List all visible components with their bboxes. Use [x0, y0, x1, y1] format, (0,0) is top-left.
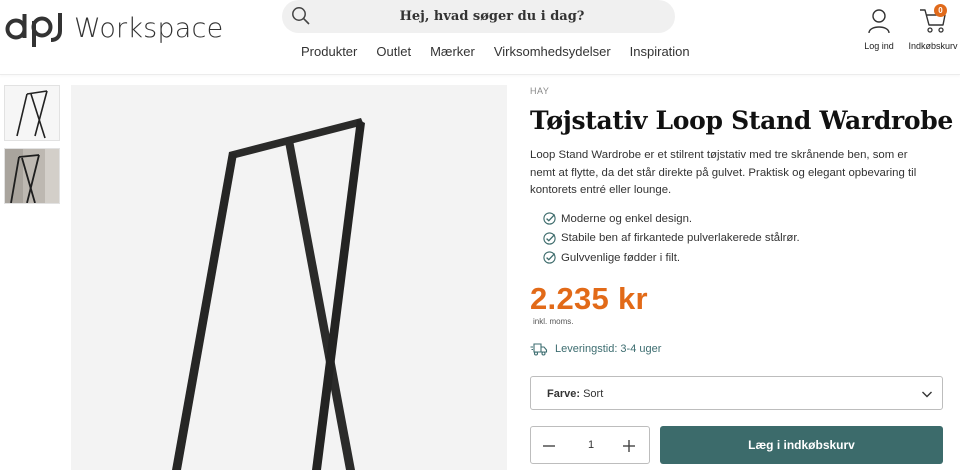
thumbnail-frame[interactable]	[4, 85, 60, 141]
thumbnail-room[interactable]	[4, 148, 60, 204]
cart-button[interactable]: 0 Indkøbskurv	[906, 4, 960, 51]
color-select[interactable]: Farve: Sort	[530, 376, 943, 410]
search-icon[interactable]	[291, 6, 311, 26]
color-value: Sort	[583, 388, 604, 400]
user-icon	[868, 9, 890, 34]
nav-item-produkter[interactable]: Produkter	[301, 44, 357, 59]
cart-label: Indkøbskurv	[908, 41, 958, 51]
account-label: Log ind	[864, 41, 894, 51]
quantity-value[interactable]: 1	[575, 439, 607, 451]
logo[interactable]: Workspace	[4, 8, 223, 48]
nav-item-maerker[interactable]: Mærker	[430, 44, 475, 59]
add-to-cart-button[interactable]: Læg i indkøbskurv	[660, 426, 943, 464]
vat-note: inkl. moms.	[533, 317, 574, 326]
feature-text: Moderne og enkel design.	[561, 212, 693, 225]
account-button[interactable]: Log ind	[858, 8, 900, 51]
feature-item: Stabile ben af firkantede pulverlakerede…	[543, 229, 800, 249]
product-title: Tøjstativ Loop Stand Wardrobe	[530, 106, 954, 135]
site-header: Workspace Produkter Outlet Mærker Virkso…	[0, 0, 960, 75]
delivery-text: Leveringstid: 3-4 uger	[555, 343, 662, 355]
product-main-image[interactable]	[71, 85, 507, 470]
search-input[interactable]	[322, 0, 662, 33]
product-description: Loop Stand Wardrobe er et stilrent tøjst…	[530, 149, 917, 196]
check-circle-icon	[543, 251, 556, 264]
feature-text: Stabile ben af firkantede pulverlakerede…	[561, 232, 800, 245]
delivery-truck-icon	[530, 343, 548, 356]
color-label: Farve:	[547, 388, 581, 400]
color-select-label: Farve: Sort	[547, 388, 603, 400]
plus-icon[interactable]	[619, 436, 639, 456]
nav-item-inspiration[interactable]: Inspiration	[630, 44, 690, 59]
nav-item-virksomhedsydelser[interactable]: Virksomhedsydelser	[494, 44, 611, 59]
feature-item: Gulvvenlige fødder i filt.	[543, 248, 800, 268]
search-bar[interactable]	[282, 0, 675, 33]
product-frame-thumbnail-image	[5, 86, 59, 140]
check-circle-icon	[543, 232, 556, 245]
quantity-stepper[interactable]: 1	[530, 426, 650, 464]
logo-mark-icon	[5, 13, 62, 47]
product-brand[interactable]: HAY	[530, 86, 549, 96]
nav-item-outlet[interactable]: Outlet	[376, 44, 411, 59]
feature-text: Gulvvenlige fødder i filt.	[561, 251, 681, 264]
main-nav: Produkter Outlet Mærker Virksomhedsydels…	[301, 44, 709, 59]
product-room-thumbnail-image	[5, 149, 59, 203]
cart-count-badge: 0	[934, 4, 947, 17]
product-price: 2.235 kr	[530, 281, 648, 316]
feature-item: Moderne og enkel design.	[543, 209, 800, 229]
feature-list: Moderne og enkel design. Stabile ben af …	[543, 209, 800, 268]
chevron-down-icon	[922, 391, 932, 398]
logo-text: Workspace	[74, 12, 224, 44]
minus-icon[interactable]	[539, 436, 559, 456]
wardrobe-stand-image	[71, 85, 507, 470]
delivery-info: Leveringstid: 3-4 uger	[530, 342, 661, 356]
check-circle-icon	[543, 212, 556, 225]
